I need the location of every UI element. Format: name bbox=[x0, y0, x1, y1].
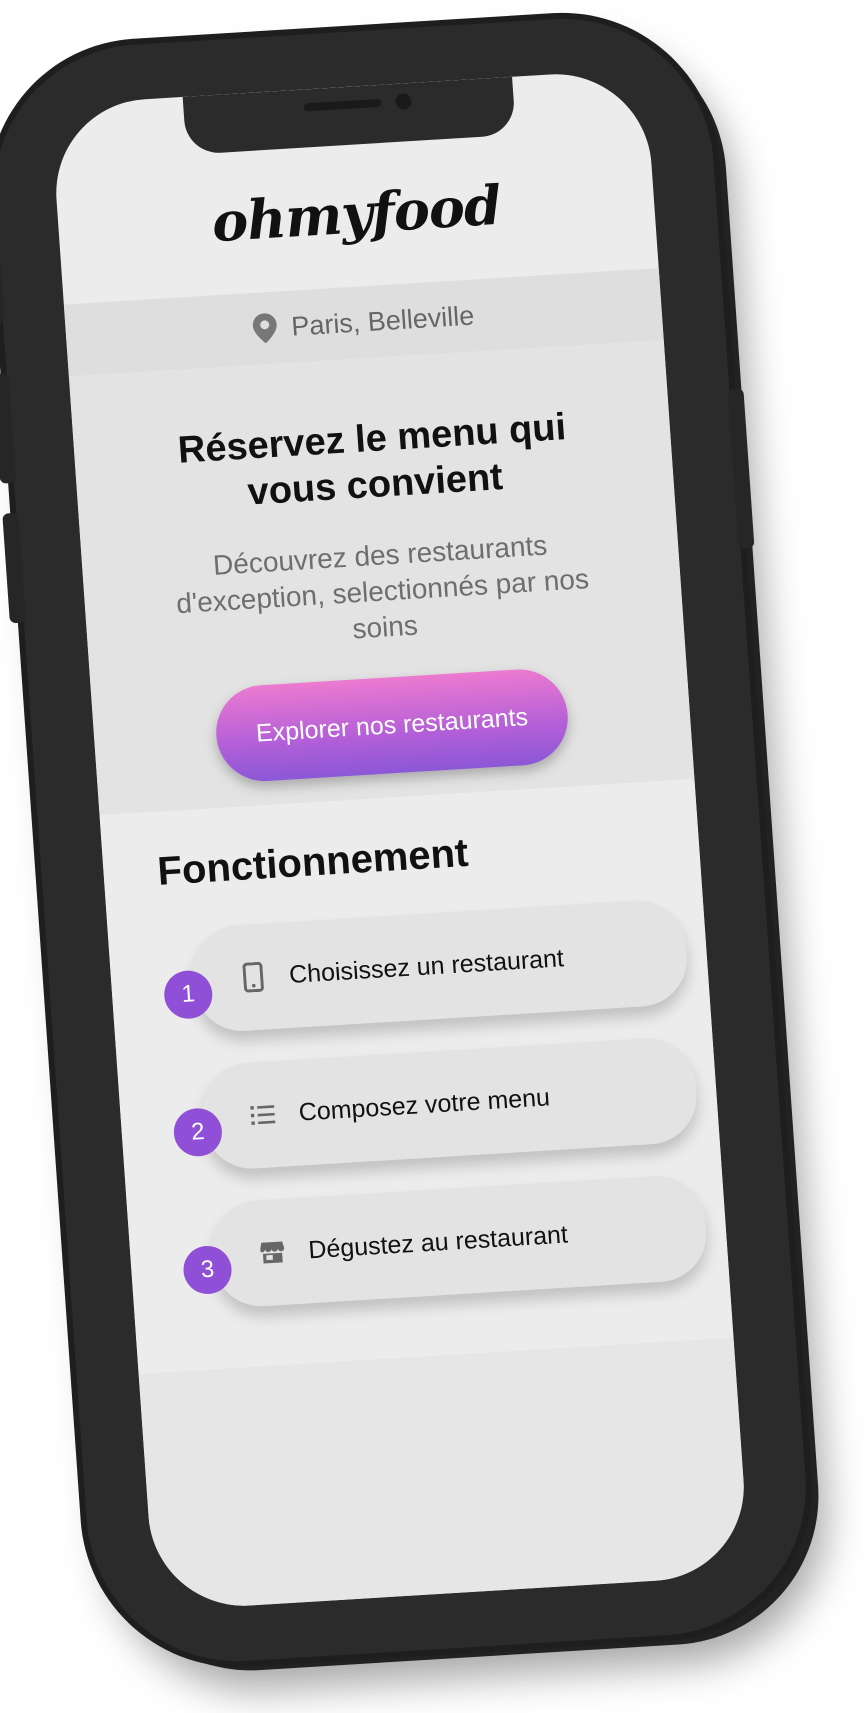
front-camera bbox=[394, 92, 413, 110]
store-icon bbox=[259, 1236, 285, 1269]
app-header: ohmyfood bbox=[57, 163, 657, 279]
hero-title: Réservez le menu qui vous convient bbox=[176, 406, 568, 514]
step-number-badge: 1 bbox=[162, 969, 214, 1021]
step-number-badge: 3 bbox=[181, 1244, 234, 1296]
hero-section: Réservez le menu qui vous convient Décou… bbox=[68, 339, 695, 816]
step-card-1: 1 Choisissez un restaurant bbox=[162, 897, 691, 1034]
location-text: Paris, Belleville bbox=[290, 300, 476, 342]
step-card-3: 3 Dégustez au restaurant bbox=[181, 1173, 710, 1310]
map-pin-icon bbox=[252, 313, 278, 344]
footer-area bbox=[138, 1337, 751, 1612]
app-logo[interactable]: ohmyfood bbox=[210, 173, 503, 254]
phone-frame: ohmyfood Paris, Belleville Réservez le m… bbox=[0, 9, 816, 1671]
how-it-works-section: Fonctionnement 1 Choisissez un restauran… bbox=[99, 778, 734, 1374]
step-label: Composez votre menu bbox=[297, 1082, 551, 1127]
phone-notch bbox=[182, 76, 517, 155]
phone-volume-up-button bbox=[0, 373, 17, 484]
list-icon bbox=[250, 1098, 276, 1131]
phone-silent-switch bbox=[0, 263, 5, 325]
step-card-2: 2 Composez votre menu bbox=[172, 1035, 700, 1172]
phone-power-button bbox=[727, 388, 755, 549]
explore-restaurants-button[interactable]: Explorer nos restaurants bbox=[212, 666, 572, 784]
step-number-badge: 2 bbox=[172, 1106, 224, 1158]
smartphone-icon bbox=[240, 961, 266, 994]
section-title: Fonctionnement bbox=[156, 830, 470, 894]
phone-volume-down-button bbox=[2, 512, 26, 624]
step-label: Dégustez au restaurant bbox=[307, 1220, 569, 1264]
hero-subtitle: Découvrez des restaurants d'exception, s… bbox=[175, 529, 590, 645]
step-label: Choisissez un restaurant bbox=[288, 943, 565, 989]
speaker-grille bbox=[303, 98, 382, 112]
mockup-stage: ohmyfood Paris, Belleville Réservez le m… bbox=[0, 0, 864, 1713]
phone-screen: ohmyfood Paris, Belleville Réservez le m… bbox=[49, 68, 751, 1612]
